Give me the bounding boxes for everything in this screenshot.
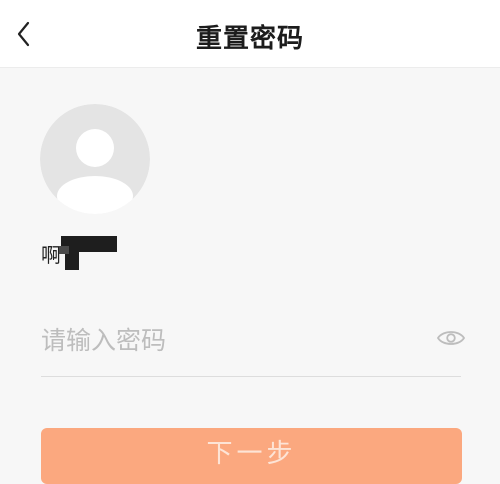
input-underline [41, 376, 461, 377]
page-title: 重置密码 [195, 24, 304, 54]
next-button[interactable]: 下一步 [41, 428, 462, 484]
header-bar: 重置密码 [0, 0, 500, 68]
avatar [40, 104, 150, 214]
redaction-block [65, 252, 79, 270]
show-password-toggle[interactable] [436, 326, 466, 350]
default-avatar-icon [40, 104, 150, 214]
username: 啊 [41, 243, 61, 267]
redaction-block [61, 236, 117, 252]
password-input[interactable] [41, 318, 421, 362]
eye-icon [436, 331, 466, 345]
redaction-block [59, 246, 69, 254]
